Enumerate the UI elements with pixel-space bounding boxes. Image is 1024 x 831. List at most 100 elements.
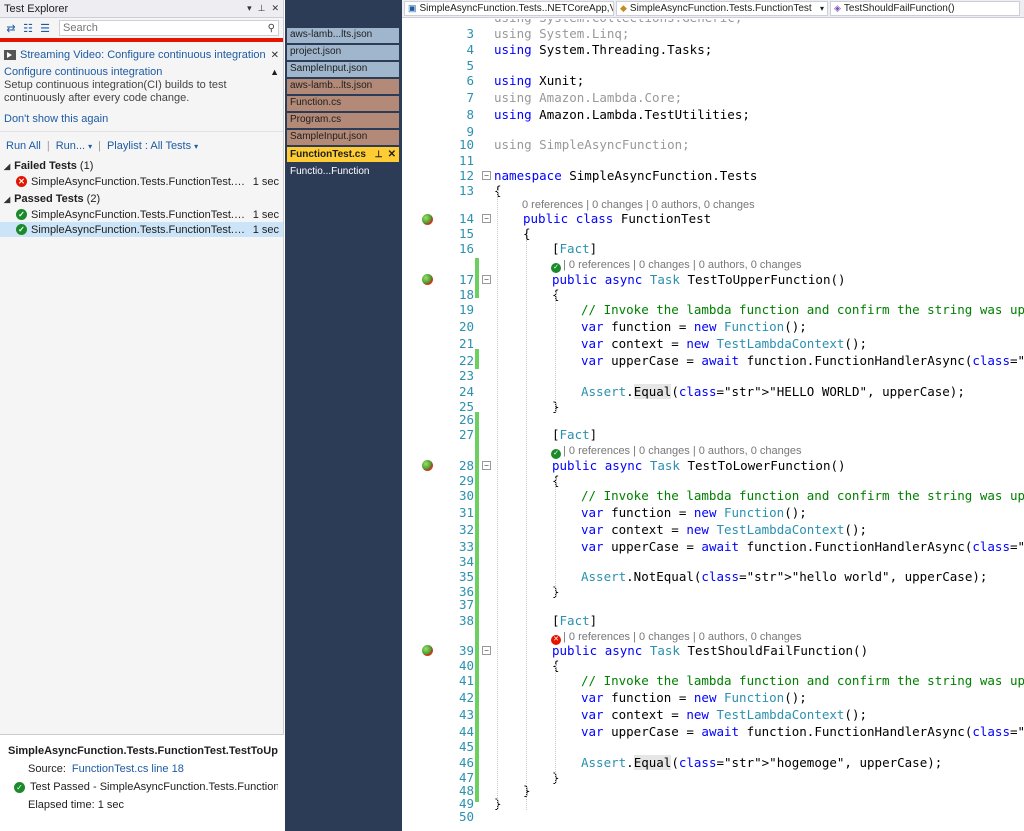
change-indicator <box>475 258 479 298</box>
test-row-to-lower[interactable]: ✓ SimpleAsyncFunction.Tests.FunctionTest… <box>0 207 283 222</box>
change-indicator <box>475 349 479 369</box>
code-lens: ✓ | 0 references | 0 changes | 0 authors,… <box>551 445 802 459</box>
dismiss-icon[interactable]: ✕ <box>271 50 279 61</box>
run-link[interactable]: Run... <box>56 140 85 152</box>
search-input[interactable] <box>63 22 268 34</box>
code-line: using Xunit; <box>494 73 585 88</box>
test-row-should-fail[interactable]: ✕ SimpleAsyncFunction.Tests.FunctionTest… <box>0 174 283 189</box>
close-tab-icon[interactable]: ✕ <box>388 149 396 160</box>
line-number: 24 <box>458 384 474 399</box>
line-number: 12 <box>458 168 474 183</box>
expand-caret-icon[interactable]: ▲ <box>270 67 279 77</box>
test-explorer-toolbar: ⇄ ☷ ☰ ⚲ <box>0 18 283 38</box>
doc-tab-program-cs[interactable]: Program.cs <box>287 113 399 128</box>
line-number: 11 <box>458 153 474 168</box>
line-number: 15 <box>458 226 474 241</box>
change-indicator <box>475 412 479 802</box>
test-status-glyph-icon[interactable] <box>422 645 433 656</box>
doc-tab-sampleinput-json[interactable]: SampleInput.json <box>287 62 399 77</box>
playlist-link[interactable]: Playlist : All Tests <box>107 140 191 152</box>
test-progress-bar <box>0 38 283 42</box>
line-number: 3 <box>466 26 474 41</box>
failed-tests-group[interactable]: ◢ Failed Tests (1) <box>0 158 283 174</box>
test-status-glyph-icon[interactable] <box>422 214 433 225</box>
line-number: 16 <box>458 241 474 256</box>
configure-ci-link[interactable]: Configure continuous integration <box>4 66 162 78</box>
group-label: Failed Tests <box>14 160 77 172</box>
panel-menu-icon[interactable]: ▾ <box>247 3 252 14</box>
collapse-triangle-icon[interactable]: ◢ <box>4 162 10 171</box>
code-line: using Amazon.Lambda.TestUtilities; <box>494 107 750 122</box>
fold-toggle-icon[interactable]: − <box>482 275 491 284</box>
code-line: Assert.Equal(class="str">"hogemoge", upp… <box>581 755 943 770</box>
code-lens: ✕ | 0 references | 0 changes | 0 authors,… <box>551 631 802 645</box>
line-number: 21 <box>458 336 474 351</box>
close-icon[interactable]: ✕ <box>271 3 279 14</box>
line-number: 34 <box>458 554 474 569</box>
test-status-glyph-icon[interactable] <box>422 460 433 471</box>
doc-tab-aws-lambda-defaults-json-2[interactable]: aws-lamb...lts.json <box>287 79 399 94</box>
code-line: [Fact] <box>552 241 598 256</box>
pin-icon[interactable]: ⊥ <box>258 3 266 14</box>
doc-tab-aws-lambda-defaults-json[interactable]: aws-lamb...lts.json <box>287 28 399 43</box>
project-icon: ▣ <box>408 3 417 13</box>
run-all-link[interactable]: Run All <box>6 140 41 152</box>
line-number: 17 <box>458 272 474 287</box>
indent-guide <box>497 190 498 810</box>
line-number: 28 <box>458 458 474 473</box>
fold-toggle-icon[interactable]: − <box>482 646 491 655</box>
code-lens: 0 references | 0 changes | 0 authors, 0 … <box>522 199 755 211</box>
project-dropdown[interactable]: ▣ SimpleAsyncFunction.Tests..NETCoreApp,… <box>404 1 614 16</box>
test-duration: 1 sec <box>252 208 279 221</box>
test-row-to-upper[interactable]: ✓ SimpleAsyncFunction.Tests.FunctionTest… <box>0 222 283 237</box>
passed-tests-group[interactable]: ◢ Passed Tests (2) <box>0 191 283 207</box>
streaming-video-link[interactable]: Streaming Video: Configure continuous in… <box>20 49 266 61</box>
group-count: (2) <box>86 193 101 205</box>
run-dropdown-icon[interactable]: ▾ <box>88 142 92 151</box>
playlist-dropdown-icon[interactable]: ▾ <box>194 142 198 151</box>
group-by-icon[interactable]: ⇄ <box>4 21 18 35</box>
line-number: 6 <box>466 73 474 88</box>
list-view-icon[interactable]: ☰ <box>38 21 52 35</box>
doc-tab-function[interactable]: Functio...Function <box>287 165 399 180</box>
passed-status-icon: ✓ <box>16 209 27 220</box>
line-number: 18 <box>458 287 474 302</box>
code-line: using Amazon.Lambda.Core; <box>494 90 683 105</box>
doc-tab-functiontest-cs[interactable]: FunctionTest.cs ⊥ ✕ <box>287 147 399 162</box>
test-duration: 1 sec <box>252 223 279 236</box>
search-icon[interactable]: ⚲ <box>268 23 275 34</box>
fold-toggle-icon[interactable]: − <box>482 461 491 470</box>
fold-toggle-icon[interactable]: − <box>482 171 491 180</box>
elapsed-time: Elapsed time: 1 sec <box>28 799 124 811</box>
doc-tab-project-json[interactable]: project.json <box>287 45 399 60</box>
code-line: using SimpleAsyncFunction; <box>494 137 690 152</box>
code-area[interactable]: 3 4 5 6 7 8 9 10 11 12 13 14 15 16 17 18 19 20 21 22 23 24 25 2… <box>402 19 1024 831</box>
separator: | <box>98 140 101 152</box>
pin-icon[interactable]: ⊥ <box>375 149 383 160</box>
test-detail-pane: SimpleAsyncFunction.Tests.FunctionTest.T… <box>0 734 284 831</box>
line-number: 13 <box>458 183 474 198</box>
line-number: 29 <box>458 473 474 488</box>
class-dropdown[interactable]: ◆ SimpleAsyncFunction.Tests.FunctionTest… <box>616 1 828 16</box>
doc-tab-function-cs[interactable]: Function.cs <box>287 96 399 111</box>
separator: | <box>46 140 50 152</box>
member-dropdown[interactable]: ◈ TestShouldFailFunction() <box>830 1 1020 16</box>
test-status-glyph-icon[interactable] <box>422 274 433 285</box>
line-number: 20 <box>458 319 474 334</box>
source-link[interactable]: FunctionTest.cs line 18 <box>72 763 184 775</box>
test-explorer-panel: Test Explorer ▾ ⊥ ✕ ⇄ ☷ ☰ ⚲ Streaming Vi… <box>0 0 284 831</box>
test-name: SimpleAsyncFunction.Tests.FunctionTest.T… <box>31 223 249 236</box>
class-icon: ◆ <box>620 3 627 13</box>
code-line: [Fact] <box>552 613 598 628</box>
indent-guide <box>555 478 556 598</box>
line-number: 14 <box>458 211 474 226</box>
line-number: 31 <box>458 505 474 520</box>
code-line: var upperCase = await function.FunctionH… <box>581 539 1024 554</box>
line-number: 41 <box>458 673 474 688</box>
run-settings-icon[interactable]: ☷ <box>21 21 35 35</box>
collapse-triangle-icon[interactable]: ◢ <box>4 195 10 204</box>
doc-tab-sampleinput-json-2[interactable]: SampleInput.json <box>287 130 399 145</box>
failed-status-icon: ✕ <box>16 176 27 187</box>
fold-toggle-icon[interactable]: − <box>482 214 491 223</box>
dont-show-link[interactable]: Don't show this again <box>0 107 283 129</box>
